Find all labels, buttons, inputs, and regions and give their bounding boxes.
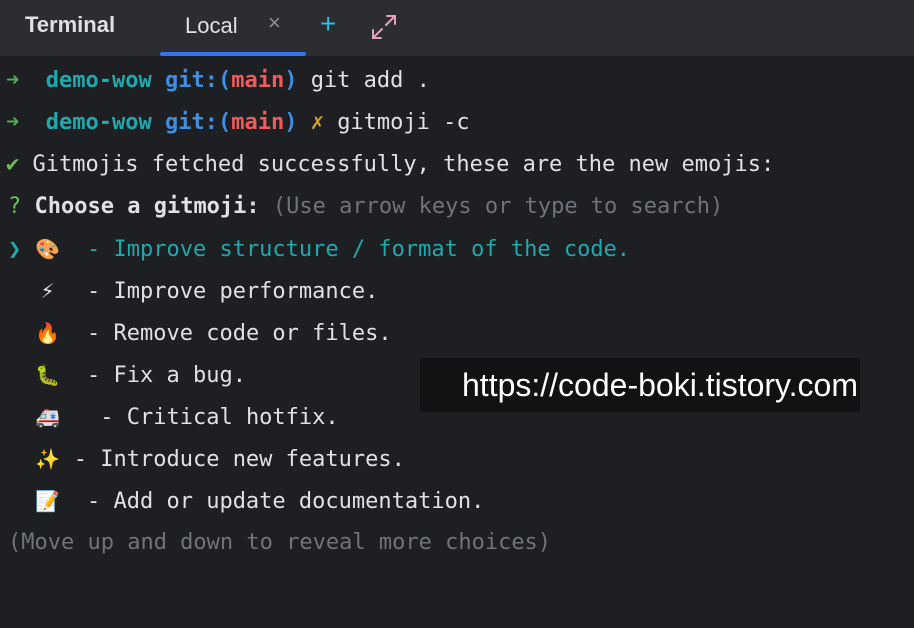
terminal-output[interactable]: ➜ demo-wow git:(main) git add . ➜ demo-w… [0,56,914,628]
selection-cursor-icon: ❯ [8,237,22,262]
tool-window-title: Terminal [25,12,116,37]
prompt-arrow: ➜ [6,68,20,93]
fetched-text: Gitmojis fetched successfully, these are… [32,152,775,177]
git-prefix: git:( [164,68,232,93]
choice-item[interactable]: ✨ - Introduce new features. [8,438,405,480]
tool-window-tabbar: Terminal Local × + [0,0,914,56]
prompt-directory: demo-wow [45,68,152,93]
ambulance-icon: 🚑 [35,405,60,429]
choice-text: - Critical hotfix. [87,405,339,430]
choice-text: - Fix a bug. [87,363,246,388]
choice-item[interactable]: 📝 - Add or update documentation. [8,480,484,522]
check-icon: ✔ [6,152,20,177]
palette-icon: 🎨 [35,237,60,261]
gitmoji-question: ? Choose a gitmoji: (Use arrow keys or t… [8,186,723,228]
git-branch: main [231,110,285,135]
fetched-message: ✔ Gitmojis fetched successfully, these a… [6,144,774,186]
footer-hint: (Move up and down to reveal more choices… [8,530,552,555]
tab-local[interactable]: Local × [160,0,306,56]
terminal-window: Terminal Local × + ➜ demo-wow git:(main)… [0,0,914,628]
choice-item[interactable]: 🚑 - Critical hotfix. [8,396,339,438]
git-suffix: ) [284,110,298,135]
question-hint: (Use arrow keys or type to search) [272,194,724,219]
git-suffix: ) [284,68,298,93]
choice-item[interactable]: ⚡ - Improve performance. [8,270,378,312]
question-mark-icon: ? [8,194,22,219]
watermark-url: https://code-boki.tistory.com [420,358,860,412]
bug-icon: 🐛 [35,363,60,387]
choice-text: - Remove code or files. [87,321,392,346]
fire-icon: 🔥 [35,321,60,345]
git-dirty-mark: ✗ [310,110,324,135]
choice-item[interactable]: 🐛 - Fix a bug. [8,354,246,396]
close-icon[interactable]: × [268,12,281,34]
sparkles-icon: ✨ [35,447,60,471]
choice-text: - Improve structure / format of the code… [87,237,631,262]
git-prefix: git:( [164,110,232,135]
prompt-line: ➜ demo-wow git:(main) git add . [6,60,430,102]
lightning-icon: ⚡ [40,279,55,303]
add-tab-icon[interactable]: + [320,10,336,38]
tab-local-label: Local [185,13,238,38]
prompt-directory: demo-wow [45,110,152,135]
memo-icon: 📝 [35,489,60,513]
question-text: Choose a gitmoji: [34,194,260,219]
choice-item-selected[interactable]: ❯ 🎨 - Improve structure / format of the … [8,228,630,270]
command-text: gitmoji -c [337,110,470,135]
command-text: git add . [310,68,430,93]
choice-item[interactable]: 🔥 - Remove code or files. [8,312,392,354]
choice-text: - Introduce new features. [73,447,405,472]
choice-text: - Add or update documentation. [73,489,485,514]
prompt-arrow: ➜ [6,110,20,135]
prompt-line: ➜ demo-wow git:(main) ✗ gitmoji -c [6,102,470,144]
expand-icon[interactable] [370,13,398,41]
choice-text: - Improve performance. [87,279,379,304]
git-branch: main [231,68,285,93]
